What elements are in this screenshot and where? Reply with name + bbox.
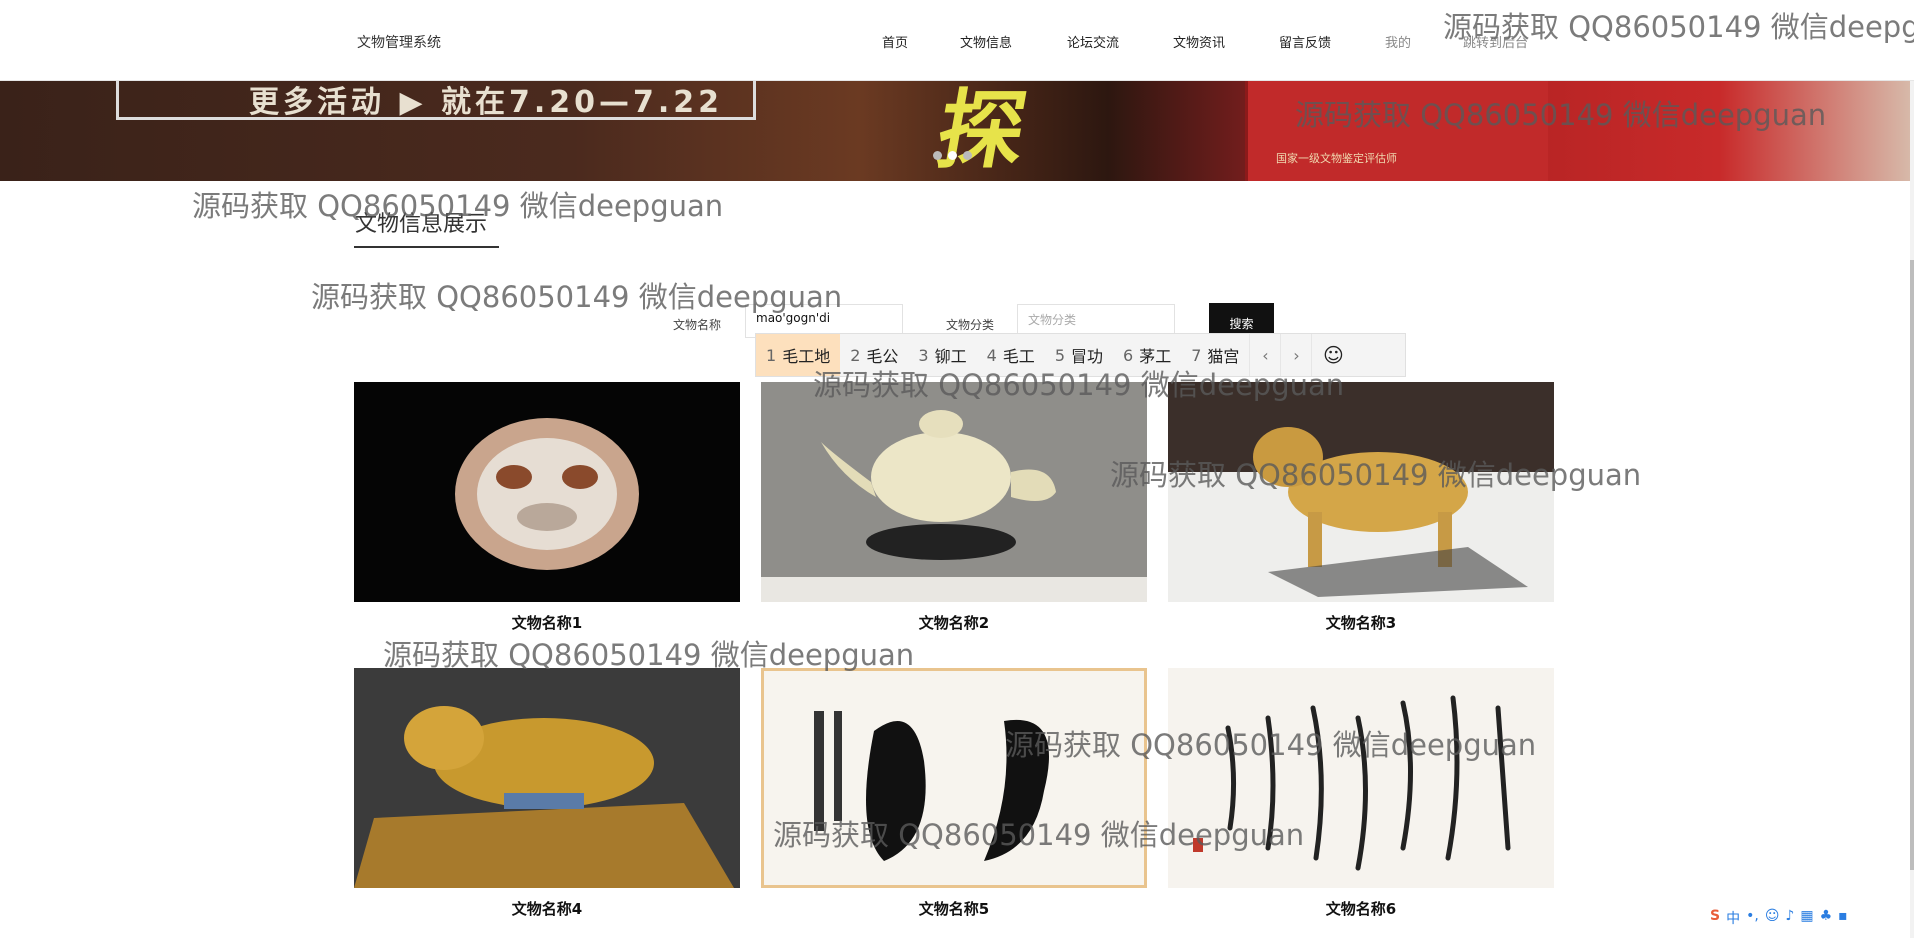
category-label: 文物分类 [946, 318, 995, 332]
banner-big-char: 探 [929, 81, 1034, 181]
nav-home[interactable]: 首页 [882, 32, 908, 51]
skin-icon[interactable]: ♣ [1820, 908, 1833, 928]
nav-relics[interactable]: 文物信息 [960, 32, 1012, 51]
watermark-text: 源码获取 QQ86050149 微信deepguan [383, 638, 915, 672]
nav-news[interactable]: 文物资讯 [1173, 32, 1225, 51]
watermark-text: 源码获取 QQ86050149 微信deepguan [311, 280, 843, 314]
carousel-dots [933, 151, 972, 160]
nav-feedback[interactable]: 留言反馈 [1279, 32, 1331, 51]
page-scrollbar[interactable] [1910, 80, 1914, 938]
watermark-text: 源码获取 QQ86050149 微信deepguan [1110, 458, 1642, 492]
toolbox-icon[interactable]: ▪ [1838, 908, 1848, 928]
relic-card[interactable]: 文物名称4 [354, 668, 740, 919]
relic-name[interactable]: 文物名称1 [354, 612, 740, 633]
emoji-tray-icon[interactable]: ☺ [1765, 908, 1780, 928]
watermark-text: 源码获取 QQ86050149 微信deepguan [192, 189, 724, 223]
relic-name[interactable]: 文物名称5 [761, 898, 1147, 919]
carousel-dot[interactable] [933, 151, 942, 160]
watermark-text: 源码获取 QQ86050149 微信deepguan [813, 368, 1345, 402]
banner-plate-text: 国家一级文物鉴定评估师 [1276, 152, 1397, 165]
teapot-image [761, 382, 1147, 602]
relic-card[interactable]: 文物名称3 [1168, 382, 1554, 633]
name-label: 文物名称 [673, 318, 722, 332]
jade-pendant-image [455, 418, 639, 570]
relic-card[interactable]: 文物名称1 [354, 382, 740, 633]
calligraphy-scroll-image [1193, 695, 1511, 871]
keyboard-icon[interactable]: ▦ [1800, 908, 1813, 928]
tiger-seal-image [354, 668, 740, 888]
scrollbar-thumb[interactable] [1910, 260, 1914, 870]
banner-event-box: 更多活动 ▶ 就在7.20—7.22 [116, 80, 756, 120]
relic-name[interactable]: 文物名称4 [354, 898, 740, 919]
site-brand[interactable]: 文物管理系统 [357, 32, 441, 52]
relic-card[interactable]: 文物名称2 [761, 382, 1147, 633]
punctuation-icon[interactable]: •, [1746, 908, 1759, 928]
watermark-text: 源码获取 QQ86050149 微信deepguan [1295, 98, 1827, 132]
relic-image-calligraphy-1[interactable] [761, 668, 1147, 888]
relic-card[interactable]: 文物名称6 [1168, 668, 1554, 919]
watermark-text: 源码获取 QQ86050149 微信deepguan [1005, 728, 1537, 762]
ime-candidate-index: 1 [766, 345, 777, 365]
section-title-underline [354, 246, 499, 248]
microphone-icon[interactable]: ♪ [1785, 908, 1794, 928]
relic-name[interactable]: 文物名称3 [1168, 612, 1554, 633]
relic-name[interactable]: 文物名称2 [761, 612, 1147, 633]
relic-image-calligraphy-2[interactable] [1168, 668, 1554, 888]
watermark-text: 源码获取 QQ86050149 微信deepguan [773, 818, 1305, 852]
carousel-dot-active[interactable] [948, 151, 957, 160]
ime-tray: S 中 •, ☺ ♪ ▦ ♣ ▪ [1710, 908, 1848, 928]
relic-card[interactable]: 文物名称5 [761, 668, 1147, 919]
carousel-dot[interactable] [963, 151, 972, 160]
relic-image-teapot[interactable] [761, 382, 1147, 602]
ime-mode-indicator[interactable]: 中 [1726, 908, 1740, 928]
relic-image-jade[interactable] [354, 382, 740, 602]
sogou-logo-icon[interactable]: S [1710, 908, 1720, 928]
nav-forum[interactable]: 论坛交流 [1067, 32, 1119, 51]
nav-mine[interactable]: 我的 [1385, 32, 1411, 51]
watermark-text: 源码获取 QQ86050149 微信deepguan [1443, 10, 1914, 44]
relic-image-tiger-seal[interactable] [354, 668, 740, 888]
banner-event-text: 更多活动 ▶ 就在7.20—7.22 [249, 85, 723, 120]
relic-name[interactable]: 文物名称6 [1168, 898, 1554, 919]
